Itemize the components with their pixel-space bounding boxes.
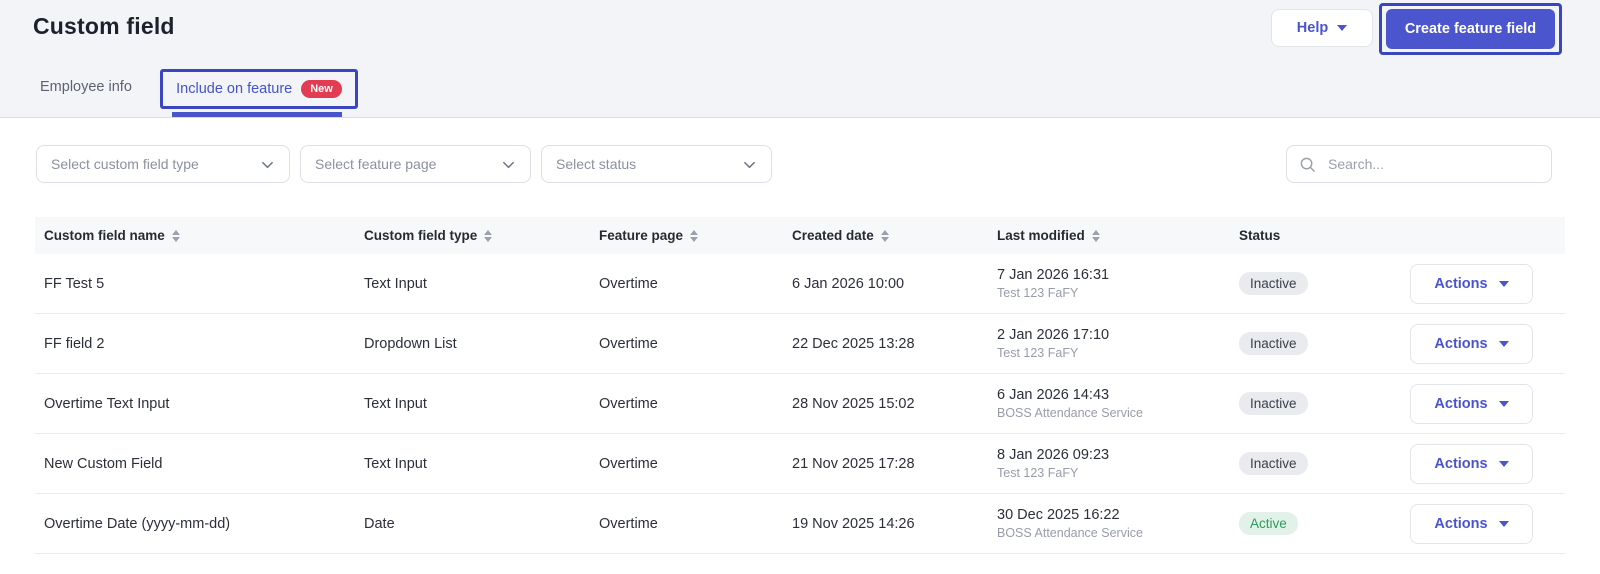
table-row: FF Test 5 Text Input Overtime 6 Jan 2026… [35,254,1565,314]
status-badge: Inactive [1239,392,1308,415]
cell-custom-field-type: Text Input [364,395,427,412]
cell-custom-field-type: Text Input [364,455,427,472]
table-row: Overtime Text Input Text Input Overtime … [35,374,1565,434]
create-feature-field-button[interactable]: Create feature field [1386,9,1555,49]
actions-button[interactable]: Actions [1410,323,1533,364]
chevron-down-icon [501,157,516,172]
actions-button[interactable]: Actions [1410,443,1533,484]
last-modified-datetime: 30 Dec 2025 16:22 [997,507,1120,523]
cell-last-modified: 6 Jan 2026 14:43 BOSS Attendance Service [997,387,1239,420]
column-header-custom-field-name[interactable]: Custom field name [44,228,364,243]
chevron-down-icon [1498,340,1509,347]
chevron-down-icon [1337,25,1348,31]
custom-fields-table: Custom field name Custom field type Feat… [35,217,1565,554]
sort-icon [171,229,180,242]
cell-last-modified: 7 Jan 2026 16:31 Test 123 FaFY [997,267,1239,300]
last-modified-by: Test 123 FaFY [997,466,1079,480]
column-header-last-modified[interactable]: Last modified [997,228,1239,243]
actions-button-label: Actions [1434,515,1488,532]
cell-feature-page: Overtime [599,275,658,292]
sort-icon [1091,229,1100,242]
status-badge: Inactive [1239,452,1308,475]
chevron-down-icon [1498,460,1509,467]
cell-custom-field-name: New Custom Field [44,455,163,472]
cell-feature-page: Overtime [599,455,658,472]
cell-created-date: 6 Jan 2026 10:00 [792,275,905,292]
status-badge: Active [1239,512,1298,535]
cell-custom-field-name: Overtime Text Input [44,395,170,412]
last-modified-by: Test 123 FaFY [997,286,1079,300]
feature-page-select[interactable]: Select feature page [300,145,531,183]
table-row: New Custom Field Text Input Overtime 21 … [35,434,1565,494]
last-modified-by: Test 123 FaFY [997,346,1079,360]
actions-button-label: Actions [1434,455,1488,472]
status-select[interactable]: Select status [541,145,772,183]
create-button-highlight-box: Create feature field [1379,3,1562,55]
status-badge: Inactive [1239,272,1308,295]
column-header-created-date[interactable]: Created date [792,228,997,243]
cell-last-modified: 8 Jan 2026 09:23 Test 123 FaFY [997,447,1239,480]
table-body: FF Test 5 Text Input Overtime 6 Jan 2026… [35,254,1565,554]
last-modified-by: BOSS Attendance Service [997,406,1143,420]
search-input[interactable] [1326,155,1539,173]
search-box[interactable] [1286,145,1552,183]
cell-custom-field-type: Text Input [364,275,427,292]
column-header-status: Status [1239,228,1281,243]
cell-custom-field-name: FF Test 5 [44,275,105,292]
cell-feature-page: Overtime [599,335,658,352]
table-row: FF field 2 Dropdown List Overtime 22 Dec… [35,314,1565,374]
tab-include-on-feature[interactable]: Include on feature New [160,69,358,109]
cell-custom-field-name: FF field 2 [44,335,105,352]
last-modified-datetime: 7 Jan 2026 16:31 [997,267,1110,283]
cell-last-modified: 30 Dec 2025 16:22 BOSS Attendance Servic… [997,507,1239,540]
status-badge: Inactive [1239,332,1308,355]
chevron-down-icon [1498,400,1509,407]
actions-button-label: Actions [1434,275,1488,292]
cell-custom-field-name: Overtime Date (yyyy-mm-dd) [44,515,231,532]
actions-button[interactable]: Actions [1410,263,1533,304]
cell-feature-page: Overtime [599,515,658,532]
chevron-down-icon [1498,520,1509,527]
help-button[interactable]: Help [1271,9,1373,47]
feature-page-placeholder: Select feature page [315,156,437,172]
cell-created-date: 28 Nov 2025 15:02 [792,395,915,412]
cell-created-date: 22 Dec 2025 13:28 [792,335,915,352]
cell-last-modified: 2 Jan 2026 17:10 Test 123 FaFY [997,327,1239,360]
sort-icon [880,229,889,242]
status-placeholder: Select status [556,156,637,172]
last-modified-datetime: 6 Jan 2026 14:43 [997,387,1110,403]
column-header-feature-page[interactable]: Feature page [599,228,792,243]
new-badge: New [301,79,342,99]
actions-button[interactable]: Actions [1410,503,1533,544]
last-modified-datetime: 2 Jan 2026 17:10 [997,327,1110,343]
tab-employee-info[interactable]: Employee info [40,79,132,95]
sort-icon [484,229,493,242]
table-header-row: Custom field name Custom field type Feat… [35,217,1565,254]
chevron-down-icon [742,157,757,172]
chevron-down-icon [260,157,275,172]
sort-icon [690,229,699,242]
search-icon [1299,156,1316,173]
cell-created-date: 19 Nov 2025 14:26 [792,515,915,532]
actions-button-label: Actions [1434,335,1488,352]
column-header-custom-field-type[interactable]: Custom field type [364,228,599,243]
help-button-label: Help [1296,20,1329,36]
actions-button[interactable]: Actions [1410,383,1533,424]
cell-custom-field-type: Date [364,515,395,532]
last-modified-datetime: 8 Jan 2026 09:23 [997,447,1110,463]
last-modified-by: BOSS Attendance Service [997,526,1143,540]
chevron-down-icon [1498,280,1509,287]
custom-field-type-select[interactable]: Select custom field type [36,145,290,183]
custom-field-type-placeholder: Select custom field type [51,156,199,172]
page-title: Custom field [33,13,175,39]
cell-custom-field-type: Dropdown List [364,335,457,352]
table-row: Overtime Date (yyyy-mm-dd) Date Overtime… [35,494,1565,554]
actions-button-label: Actions [1434,395,1488,412]
cell-created-date: 21 Nov 2025 17:28 [792,455,915,472]
active-tab-underline [172,112,342,117]
cell-feature-page: Overtime [599,395,658,412]
tab-include-on-feature-label: Include on feature [176,81,293,97]
